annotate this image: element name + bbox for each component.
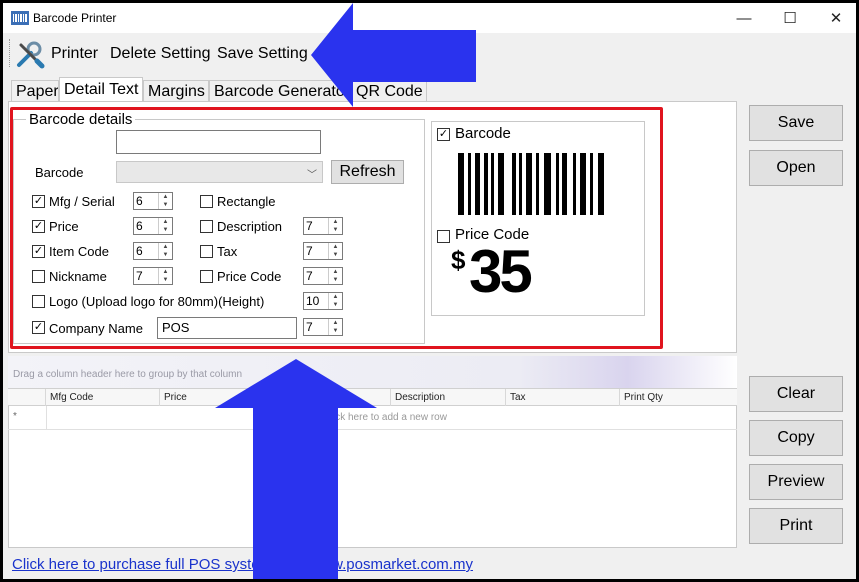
- preview-button[interactable]: Preview: [749, 464, 843, 500]
- grid-header: Mfg Code Price Description Tax Print Qty: [8, 388, 737, 406]
- tab-detail-text[interactable]: Detail Text: [59, 77, 143, 103]
- wrench-screwdriver-icon[interactable]: [15, 39, 45, 69]
- purchase-pos-link[interactable]: Click here to purchase full POS system f…: [12, 556, 473, 573]
- minimize-button[interactable]: —: [721, 3, 767, 33]
- tab-paper[interactable]: Paper: [11, 80, 59, 102]
- open-button[interactable]: Open: [749, 150, 843, 186]
- save-button[interactable]: Save: [749, 105, 843, 141]
- app-icon: [11, 11, 29, 25]
- column-header-hidden[interactable]: [274, 389, 391, 406]
- new-row-hint: ick here to add a new row: [333, 412, 447, 423]
- tab-barcode-generator[interactable]: Barcode Generator: [209, 80, 351, 102]
- new-row-marker: *: [13, 411, 17, 422]
- column-header-mfg-code[interactable]: Mfg Code: [46, 389, 160, 406]
- maximize-button[interactable]: ☐: [767, 3, 813, 33]
- clear-button[interactable]: Clear: [749, 376, 843, 412]
- app-window: Barcode Printer — ☐ ✕ Printer Delete Set…: [3, 3, 856, 579]
- window-title: Barcode Printer: [33, 11, 117, 25]
- save-setting-menu[interactable]: Save Setting: [217, 45, 308, 63]
- column-header-print-qty[interactable]: Print Qty: [620, 389, 737, 406]
- grid-corner: [8, 389, 46, 406]
- printer-menu[interactable]: Printer: [51, 45, 98, 63]
- title-bar: Barcode Printer — ☐ ✕: [3, 3, 856, 33]
- close-button[interactable]: ✕: [813, 3, 856, 33]
- column-header-price[interactable]: Price: [160, 389, 274, 406]
- group-by-hint[interactable]: Drag a column header here to group by th…: [8, 356, 737, 388]
- column-header-description[interactable]: Description: [391, 389, 506, 406]
- column-header-tax[interactable]: Tax: [506, 389, 620, 406]
- print-button[interactable]: Print: [749, 508, 843, 544]
- delete-setting-menu[interactable]: Delete Setting: [110, 45, 211, 63]
- copy-button[interactable]: Copy: [749, 420, 843, 456]
- new-row[interactable]: * ick here to add a new row: [8, 406, 737, 430]
- tab-qr-code[interactable]: QR Code: [351, 80, 427, 102]
- row-divider: [46, 406, 47, 430]
- toolbar: Printer Delete Setting Save Setting: [3, 33, 856, 73]
- toolbar-grip[interactable]: [9, 39, 12, 67]
- highlight-box: [10, 107, 663, 349]
- tab-margins[interactable]: Margins: [143, 80, 209, 102]
